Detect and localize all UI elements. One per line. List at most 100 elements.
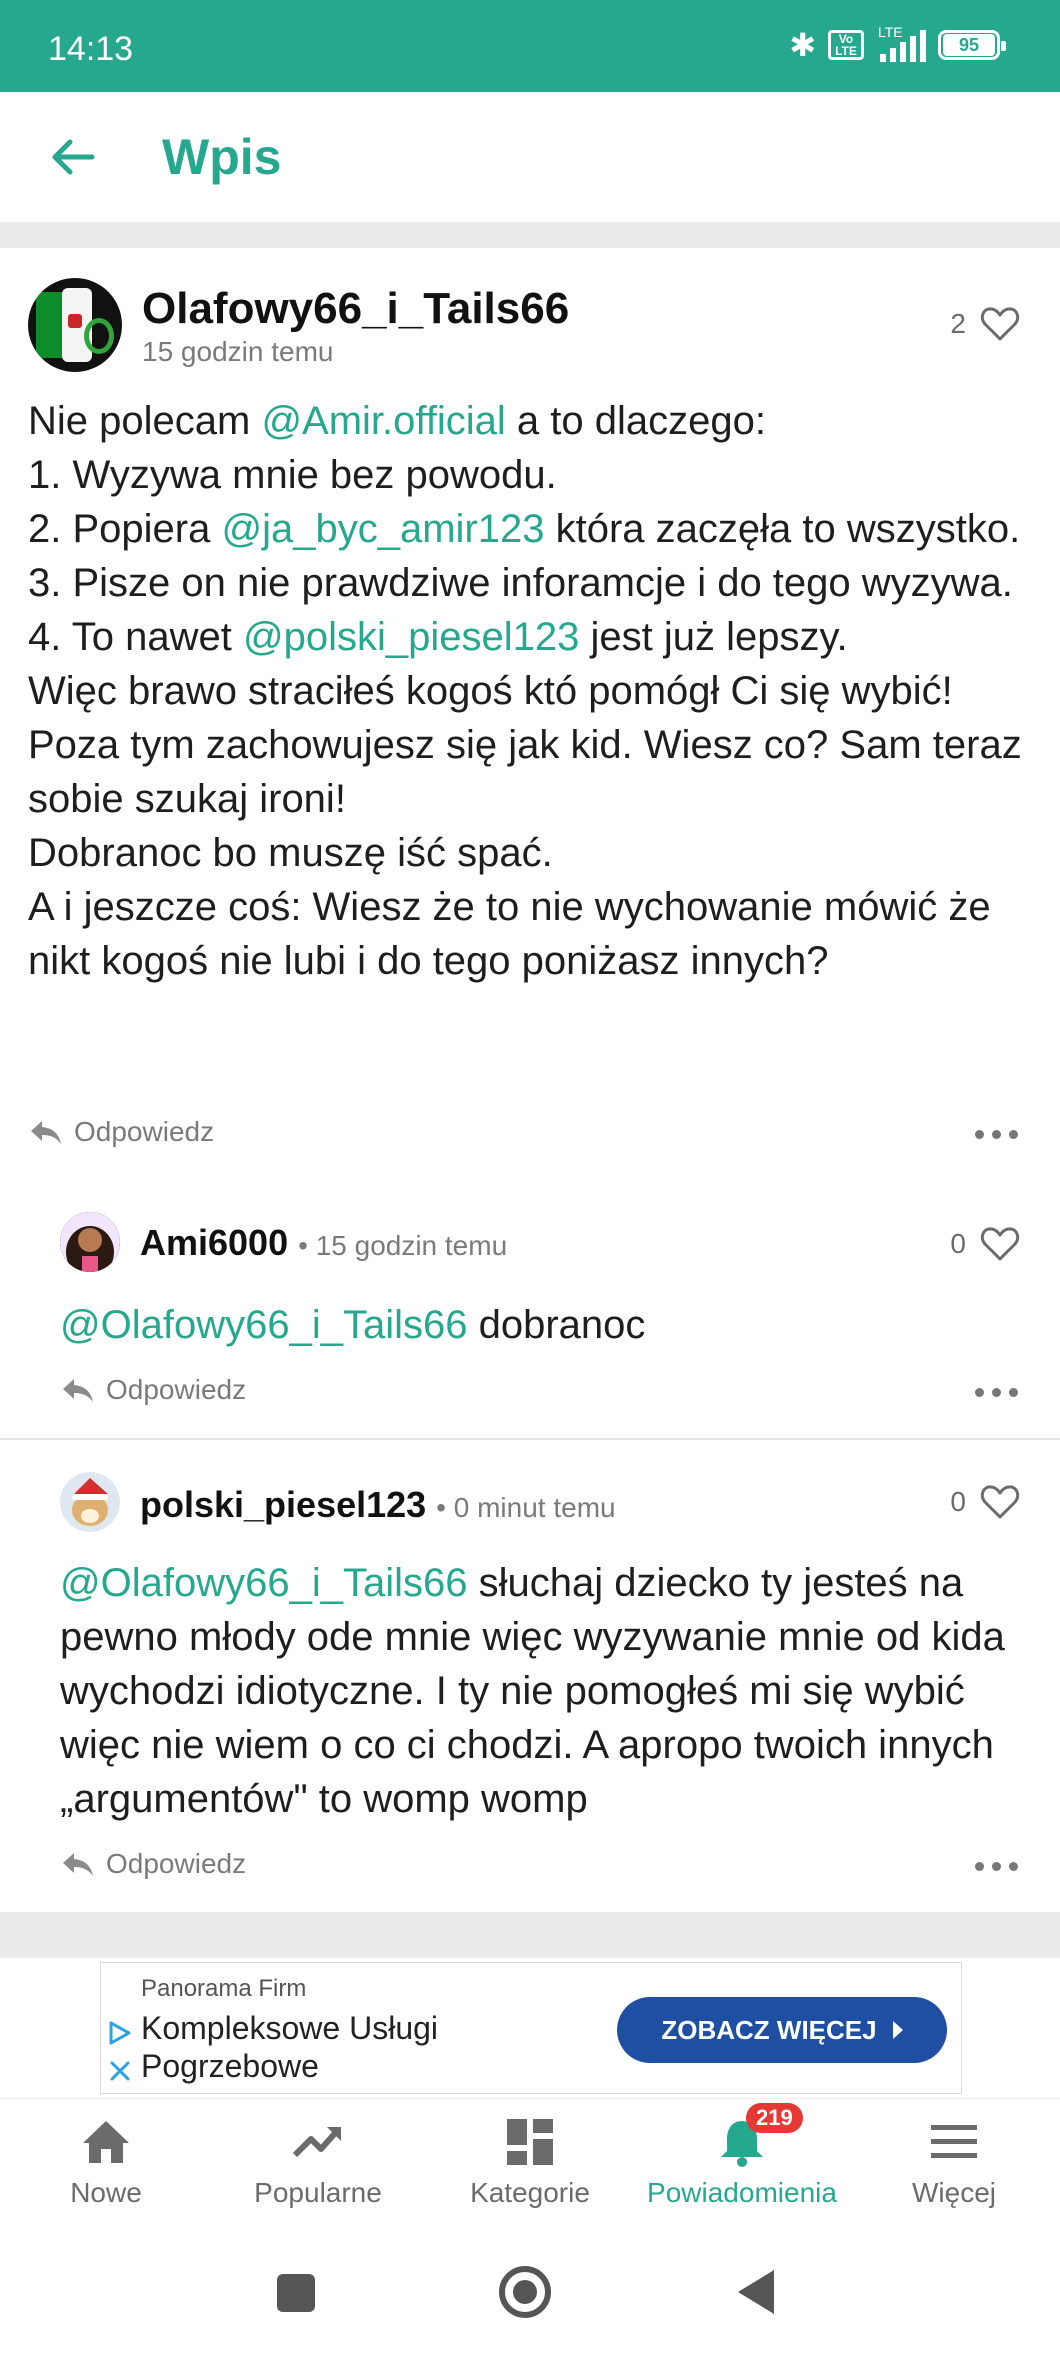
divider-band — [0, 1912, 1060, 1958]
reply-button[interactable]: Odpowiedz — [60, 1848, 246, 1880]
like-count: 0 — [950, 1486, 966, 1517]
system-navigation — [0, 2228, 1060, 2355]
post-time: 15 godzin temu — [142, 336, 334, 367]
recents-button[interactable] — [277, 2274, 315, 2312]
battery-level: 95 — [943, 34, 995, 56]
nav-label: Powiadomienia — [647, 2177, 837, 2208]
volte-icon: Vo LTE — [828, 30, 864, 60]
text-segment: Nie polecam — [28, 399, 262, 443]
nav-item-new[interactable]: Nowe — [0, 2099, 212, 2228]
reply-icon — [63, 1853, 93, 1876]
reply-label: Odpowiedz — [74, 1116, 215, 1147]
status-bar: 14:13 ✱ Vo LTE LTE 95 — [0, 0, 1060, 92]
notification-badge: 219 — [746, 2103, 803, 2133]
more-options-icon[interactable] — [975, 1388, 1018, 1397]
reply-label: Odpowiedz — [106, 1848, 247, 1879]
text-line: A i jeszcze coś: Wiesz że to nie wychowa… — [28, 880, 1038, 988]
text-segment: jest już lepszy. — [579, 615, 848, 659]
heart-icon — [980, 1485, 1020, 1519]
text-line: @Olafowy66_i_Tails66 słuchaj dziecko ty … — [60, 1556, 1020, 1826]
status-icons: ✱ Vo LTE LTE 95 — [789, 24, 1006, 64]
trending-icon — [292, 2127, 341, 2158]
avatar[interactable] — [60, 1472, 120, 1532]
status-time: 14:13 — [48, 30, 134, 68]
comment-body: @Olafowy66_i_Tails66 dobranoc — [60, 1298, 1020, 1352]
comment-author[interactable]: Ami6000 — [140, 1222, 288, 1264]
reply-icon — [31, 1121, 61, 1144]
mention-link[interactable]: @Olafowy66_i_Tails66 — [60, 1303, 467, 1347]
bluetooth-icon: ✱ — [789, 27, 816, 63]
reply-icon — [63, 1379, 93, 1402]
back-arrow-icon[interactable] — [48, 132, 98, 182]
app-bar: Wpis — [0, 92, 1060, 222]
text-segment: 4. To nawet — [28, 615, 243, 659]
battery-icon: 95 — [938, 30, 1006, 60]
like-button[interactable]: 2 — [950, 306, 1020, 342]
ad-brand: Panorama Firm — [141, 1975, 307, 2002]
reply-button[interactable]: Odpowiedz — [60, 1374, 246, 1406]
text-line: Nie polecam @Amir.official a to dlaczego… — [28, 394, 1038, 448]
text-segment: Dobranoc bo muszę iść spać. — [28, 831, 553, 875]
nav-label: Nowe — [70, 2177, 142, 2208]
nav-label: Popularne — [254, 2177, 382, 2208]
comment-meta: Ami6000 • 15 godzin temu — [140, 1222, 507, 1264]
mention-link[interactable]: @polski_piesel123 — [243, 615, 579, 659]
ad-cta-button[interactable]: ZOBACZ WIĘCEJ — [617, 1997, 947, 2063]
more-options-icon[interactable] — [975, 1862, 1018, 1871]
text-line: @Olafowy66_i_Tails66 dobranoc — [60, 1298, 1020, 1352]
nav-label: Więcej — [911, 2177, 996, 2208]
nav-label: Kategorie — [470, 2177, 590, 2208]
adchoices-icon[interactable] — [107, 2019, 133, 2089]
comment-author[interactable]: polski_piesel123 — [140, 1484, 426, 1526]
ad-cta-label: ZOBACZ WIĘCEJ — [661, 2014, 877, 2045]
text-segment: która zaczęła to wszystko. — [544, 507, 1021, 551]
text-line: Więc brawo straciłeś kogoś któ pomógł Ci… — [28, 664, 1038, 826]
text-line: 3. Pisze on nie prawdziwe inforamcje i d… — [28, 556, 1038, 610]
post-author[interactable]: Olafowy66_i_Tails66 — [142, 284, 569, 334]
comment-time: • 0 minut temu — [436, 1492, 616, 1523]
grid-icon — [507, 2119, 553, 2165]
like-button[interactable]: 0 — [950, 1226, 1020, 1262]
text-segment: 2. Popiera — [28, 507, 222, 551]
avatar[interactable] — [60, 1212, 120, 1272]
more-options-icon[interactable] — [975, 1130, 1018, 1139]
divider — [0, 1438, 1060, 1440]
text-segment: A i jeszcze coś: Wiesz że to nie wychowa… — [28, 885, 991, 983]
text-segment: dobranoc — [467, 1303, 646, 1347]
play-arrow-icon — [892, 2021, 903, 2039]
nav-item-notifications[interactable]: 219 Powiadomienia — [636, 2099, 848, 2228]
signal-icon: LTE — [876, 24, 926, 62]
reply-button[interactable]: Odpowiedz — [28, 1116, 214, 1148]
like-count: 0 — [950, 1228, 966, 1259]
bottom-navigation: Nowe Popularne Kategorie 219 Powiadomien… — [0, 2098, 1060, 2228]
reply-label: Odpowiedz — [106, 1374, 247, 1405]
text-segment: a to dlaczego: — [505, 399, 766, 443]
comment-body: @Olafowy66_i_Tails66 słuchaj dziecko ty … — [60, 1556, 1020, 1826]
back-button[interactable] — [738, 2270, 774, 2314]
heart-icon — [980, 1227, 1020, 1261]
text-segment: 1. Wyzywa mnie bez powodu. — [28, 453, 557, 497]
heart-icon — [980, 307, 1020, 341]
mention-link[interactable]: @Amir.official — [261, 399, 505, 443]
mention-link[interactable]: @ja_byc_amir123 — [221, 507, 544, 551]
avatar[interactable] — [28, 278, 122, 372]
nav-item-categories[interactable]: Kategorie — [424, 2099, 636, 2228]
comment-time: • 15 godzin temu — [298, 1230, 508, 1261]
page-title: Wpis — [162, 129, 282, 185]
text-segment: Więc brawo straciłeś kogoś któ pomógł Ci… — [28, 669, 1022, 821]
network-type: LTE — [878, 24, 903, 40]
text-line: 2. Popiera @ja_byc_amir123 która zaczęła… — [28, 502, 1038, 556]
like-button[interactable]: 0 — [950, 1484, 1020, 1520]
nav-item-popular[interactable]: Popularne — [212, 2099, 424, 2228]
ad-banner[interactable]: Panorama Firm Kompleksowe Usługi Pogrzeb… — [100, 1962, 962, 2094]
home-button[interactable] — [499, 2266, 551, 2318]
menu-icon — [931, 2125, 977, 2158]
nav-item-more[interactable]: Więcej — [848, 2099, 1060, 2228]
comment-meta: polski_piesel123 • 0 minut temu — [140, 1484, 616, 1526]
ad-headline: Kompleksowe Usługi Pogrzebowe — [141, 2010, 439, 2084]
text-line: 1. Wyzywa mnie bez powodu. — [28, 448, 1038, 502]
divider-band — [0, 222, 1060, 248]
home-icon — [83, 2121, 129, 2163]
mention-link[interactable]: @Olafowy66_i_Tails66 — [60, 1561, 467, 1605]
text-segment: 3. Pisze on nie prawdziwe inforamcje i d… — [28, 561, 1013, 605]
